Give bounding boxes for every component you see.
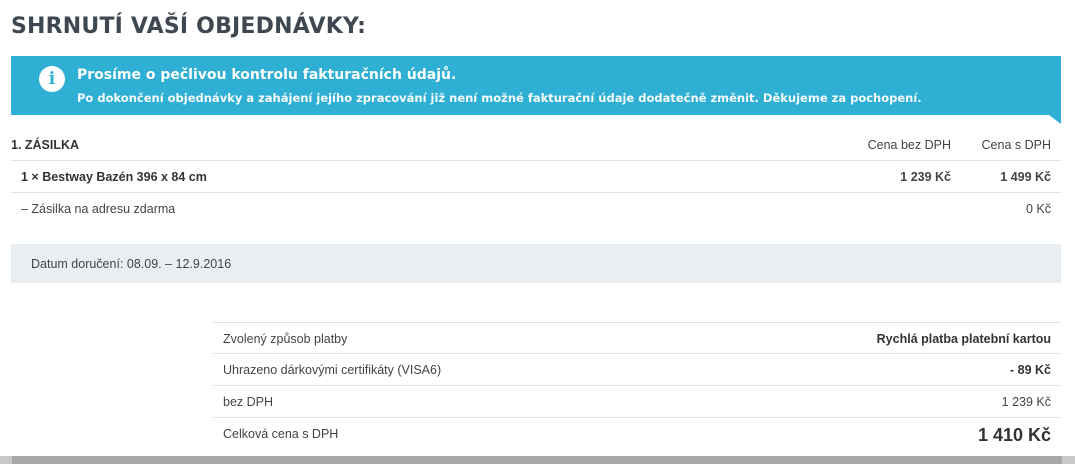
product-price-with-vat: 1 499 Kč [1000, 170, 1051, 184]
shipment-header: 1. ZÁSILKA Cena bez DPH Cena s DPH [11, 129, 1061, 161]
column-header-price-with-vat: Cena s DPH [981, 138, 1051, 152]
alert-title: Prosíme o pečlivou kontrolu fakturačních… [77, 67, 457, 83]
summary-row-voucher: Uhrazeno dárkovými certifikáty (VISA6) -… [213, 354, 1061, 386]
horizontal-scrollbar[interactable] [0, 456, 1075, 464]
without-vat-label: bez DPH [223, 395, 274, 409]
shipment-table: 1. ZÁSILKA Cena bez DPH Cena s DPH 1 × B… [11, 129, 1061, 225]
shipment-label: 1. ZÁSILKA [11, 138, 80, 152]
payment-method-label: Zvolený způsob platby [223, 332, 348, 346]
delivery-method: – Zásilka na adresu zdarma [21, 202, 176, 216]
summary-row-payment: Zvolený způsob platby Rychlá platba plat… [213, 322, 1061, 354]
table-row: – Zásilka na adresu zdarma 0 Kč [11, 193, 1061, 225]
summary-row-total: Celková cena s DPH 1 410 Kč [213, 418, 1061, 450]
page-title: SHRNUTÍ VAŠÍ OBJEDNÁVKY: [11, 14, 367, 39]
total-value: 1 410 Kč [977, 425, 1051, 445]
column-header-price-without-vat: Cena bez DPH [867, 138, 951, 152]
delivery-price: 0 Kč [1025, 202, 1051, 216]
table-row: 1 × Bestway Bazén 396 x 84 cm 1 239 Kč 1… [11, 161, 1061, 193]
without-vat-value: 1 239 Kč [1001, 395, 1051, 409]
scrollbar-thumb[interactable] [12, 456, 1062, 464]
info-icon: i [39, 66, 65, 92]
order-summary: Zvolený způsob platby Rychlá platba plat… [213, 322, 1061, 450]
delivery-date: Datum doručení: 08.09. – 12.9.2016 [31, 257, 232, 271]
voucher-label: Uhrazeno dárkovými certifikáty (VISA6) [223, 363, 442, 377]
summary-row-without-vat: bez DPH 1 239 Kč [213, 386, 1061, 418]
delivery-date-bar: Datum doručení: 08.09. – 12.9.2016 [11, 244, 1061, 283]
payment-method-value: Rychlá platba platební kartou [876, 332, 1051, 346]
product-name: 1 × Bestway Bazén 396 x 84 cm [21, 170, 207, 184]
product-price-without-vat: 1 239 Kč [900, 170, 951, 184]
alert-text: Po dokončení objednávky a zahájení jejíh… [77, 91, 922, 105]
voucher-value: - 89 Kč [1010, 363, 1051, 377]
billing-info-alert: i Prosíme o pečlivou kontrolu fakturační… [11, 56, 1061, 124]
total-label: Celková cena s DPH [223, 427, 339, 441]
